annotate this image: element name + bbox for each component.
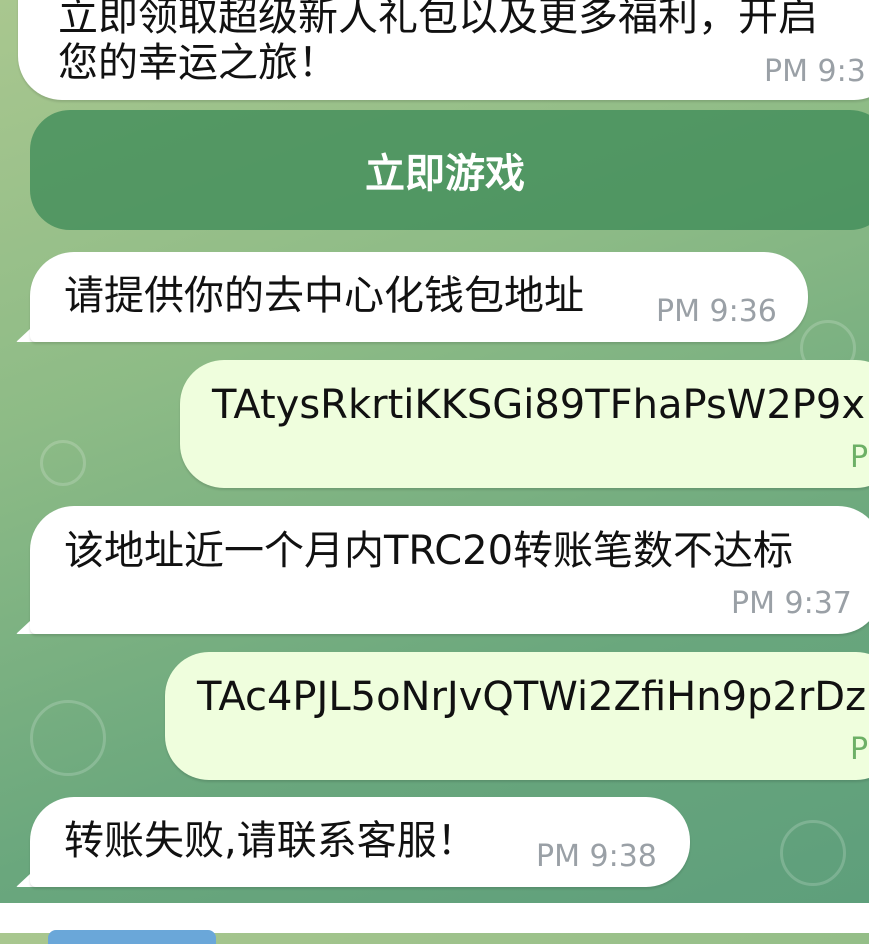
message-time: PM 9:37: [731, 586, 852, 621]
play-now-label: 立即游戏: [365, 151, 525, 197]
message-time: P: [850, 440, 869, 475]
wallpaper-doodle: [30, 700, 106, 776]
message-time: PM 9:36: [656, 294, 777, 329]
play-now-button[interactable]: 立即游戏: [30, 110, 869, 230]
message-bubble-transfer-failed[interactable]: 转账失败,请联系客服！ PM 9:38: [30, 797, 690, 887]
composer-bar[interactable]: [0, 903, 869, 944]
message-bubble-not-eligible[interactable]: 该地址近一个月内TRC20转账笔数不达标 PM 9:37: [30, 506, 869, 634]
message-bubble-address-2[interactable]: TAc4PJL5oNrJvQTWi2ZfiHn9p2rDz P: [165, 652, 869, 780]
message-text: 请提供你的去中心化钱包地址: [64, 273, 584, 319]
message-text: 转账失败,请联系客服！: [64, 818, 477, 864]
message-time: P: [850, 732, 869, 767]
message-text: TAc4PJL5oNrJvQTWi2ZfiHn9p2rDz: [197, 674, 867, 720]
composer-accent: [48, 930, 216, 944]
message-text: 该地址近一个月内TRC20转账笔数不达标: [64, 528, 794, 574]
message-time: PM 9:38: [536, 839, 657, 874]
message-bubble-ask-wallet[interactable]: 请提供你的去中心化钱包地址 PM 9:36: [30, 252, 808, 342]
wallpaper-doodle: [40, 440, 86, 486]
message-bubble-address-1[interactable]: TAtysRkrtiKKSGi89TFhaPsW2P9x P: [180, 360, 869, 488]
message-bubble-promo[interactable]: 立即领取超级新人礼包以及更多福利，开启 您的幸运之旅！ PM 9:3: [18, 0, 869, 100]
message-text: TAtysRkrtiKKSGi89TFhaPsW2P9x: [212, 382, 866, 428]
message-time: PM 9:3: [764, 54, 866, 89]
message-text: 您的幸运之旅！: [58, 40, 338, 86]
wallpaper-doodle: [780, 820, 846, 886]
